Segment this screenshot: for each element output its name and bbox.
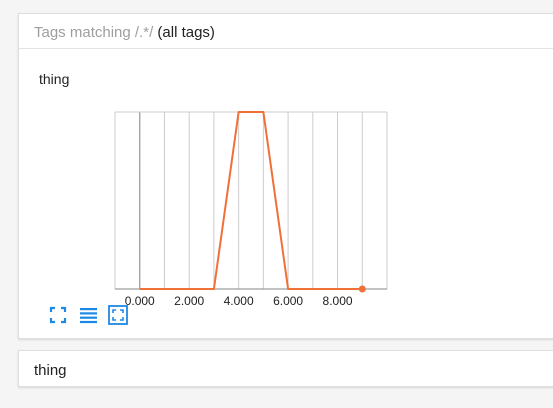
x-tick-label: 4.000 (224, 294, 254, 308)
toggle-log-scale-button[interactable] (77, 304, 99, 326)
expand-button[interactable] (47, 304, 69, 326)
scalar-card: Tags matching /.*/ (all tags) thing 0.00… (18, 13, 553, 339)
x-tick-label: 2.000 (174, 294, 204, 308)
tag-filter-header: Tags matching /.*/ (all tags) (19, 14, 553, 49)
fit-domain-icon (108, 305, 128, 325)
chart-title: thing (39, 71, 70, 87)
list-icon (80, 308, 97, 324)
x-tick-label: 0.000 (125, 294, 155, 308)
x-tick-label: 8.000 (323, 294, 353, 308)
tag-group-title: thing (34, 362, 67, 379)
series-line (139, 111, 363, 290)
tag-filter-label: Tags matching /.*/ (all tags) (34, 24, 215, 41)
scalar-chart[interactable]: 0.000 2.000 4.000 6.000 8.000 (89, 94, 409, 309)
expand-icon (49, 306, 67, 324)
tags-matching-text: Tags matching (34, 24, 131, 41)
last-point-marker (358, 285, 366, 293)
x-tick-label: 6.000 (273, 294, 303, 308)
tag-regex-pattern: /.*/ (134, 24, 154, 41)
fit-domain-button[interactable] (107, 304, 129, 326)
all-tags-text: (all tags) (157, 24, 215, 41)
tag-group-card[interactable]: thing (18, 350, 553, 387)
